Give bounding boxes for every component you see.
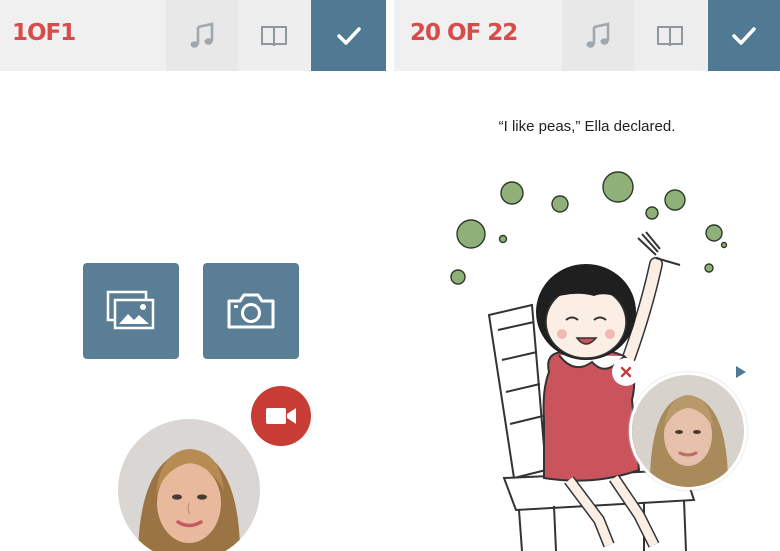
top-toolbar: 1OF1: [0, 0, 386, 71]
camera-button[interactable]: [203, 263, 299, 359]
play-button[interactable]: [726, 358, 754, 386]
user-avatar: [118, 419, 260, 551]
screen-divider: [386, 0, 394, 551]
music-note-icon: [190, 21, 214, 48]
right-screen: 20 OF 22 “I like peas,” Ella declared.: [394, 0, 780, 551]
done-button[interactable]: [311, 0, 386, 71]
close-x-icon: [620, 366, 632, 378]
record-video-button[interactable]: [251, 386, 311, 446]
left-screen: 1OF1: [0, 0, 386, 551]
music-button[interactable]: [166, 0, 238, 71]
gallery-button[interactable]: [83, 263, 179, 359]
close-video-button[interactable]: [612, 358, 640, 386]
video-camera-icon: [266, 408, 296, 424]
image-gallery-icon: [106, 290, 155, 330]
camera-icon: [227, 293, 275, 329]
checkmark-icon: [336, 26, 361, 45]
book-icon: [261, 25, 287, 46]
play-icon: [736, 366, 746, 378]
narrator-avatar[interactable]: [629, 372, 747, 490]
page-counter: 1OF1: [12, 20, 76, 46]
book-button[interactable]: [238, 0, 310, 71]
